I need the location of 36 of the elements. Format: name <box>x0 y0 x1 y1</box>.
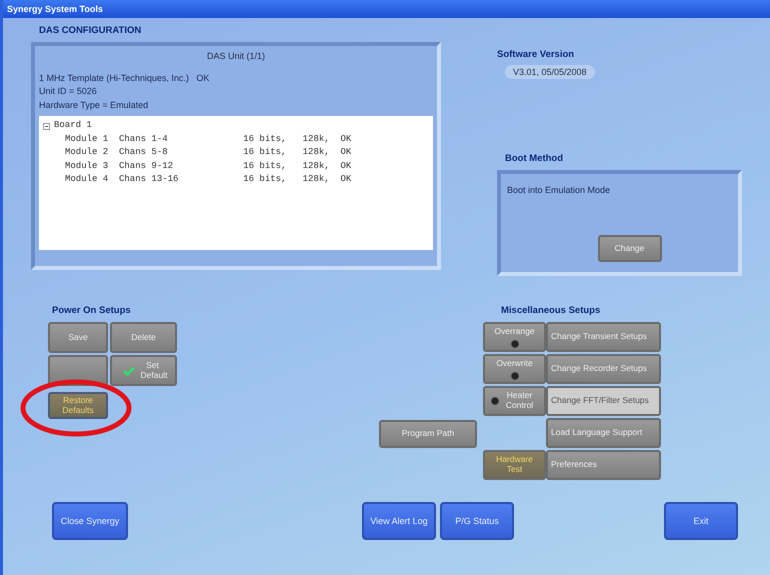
section-heading: Software Version <box>497 48 574 62</box>
hardware-test-button[interactable]: Hardware Test <box>483 450 546 480</box>
nav-button[interactable]: Close Synergy <box>52 502 128 540</box>
setup-button[interactable]: Load Language Support <box>546 418 661 448</box>
info-text: Hardware Type = Emulated <box>39 100 148 110</box>
nav-button[interactable]: Exit <box>664 502 738 540</box>
toggle-button[interactable]: Overrange <box>483 322 546 352</box>
program-path-button[interactable]: Program Path <box>379 420 477 448</box>
setup-button[interactable]: Save <box>48 322 108 354</box>
nav-button[interactable]: P/G Status <box>440 502 514 540</box>
tree-item[interactable]: Module 4 Chans 13-16 16 bits, 128k, OK <box>43 173 352 187</box>
section-heading: DAS CONFIGURATION <box>39 24 142 38</box>
section-heading: Power On Setups <box>52 304 131 318</box>
tree-item[interactable]: Module 1 Chans 1-4 16 bits, 128k, OK <box>43 132 352 146</box>
section-heading: Miscellaneous Setups <box>501 304 600 318</box>
toggle-button[interactable]: Overwrite <box>483 354 546 384</box>
setup-button[interactable]: Preferences <box>546 450 661 480</box>
window-title: Synergy System Tools <box>3 0 770 18</box>
setup-button[interactable]: Delete <box>110 322 177 354</box>
section-heading: Boot Method <box>505 152 564 166</box>
collapse-icon[interactable] <box>43 122 50 130</box>
tree-item[interactable]: Module 2 Chans 5-8 16 bits, 128k, OK <box>43 146 352 160</box>
set-default-button[interactable]: Set Default <box>110 355 177 386</box>
nav-button[interactable]: View Alert Log <box>362 502 436 540</box>
info-text: Unit ID = 5026 <box>39 86 97 96</box>
tree-item[interactable]: Board 1 <box>54 119 92 133</box>
toggle-button[interactable]: Heater Control <box>483 386 546 416</box>
tree-item[interactable]: Module 3 Chans 9-12 16 bits, 128k, OK <box>43 160 352 174</box>
info-text: 1 MHz Template (Hi-Techniques, Inc.) OK <box>39 72 210 83</box>
setup-button[interactable]: Change Recorder Setups <box>546 354 661 384</box>
setup-button[interactable]: Change Transient Setups <box>546 322 661 352</box>
boot-mode-text: Boot into Emulation Mode <box>507 185 610 195</box>
change-button[interactable]: Change <box>598 235 662 262</box>
version-text: V3.01, 05/05/2008 <box>505 65 595 80</box>
restore-defaults-button[interactable]: Restore Defaults <box>48 392 108 420</box>
unit-title: DAS Unit (1/1) <box>206 51 266 62</box>
